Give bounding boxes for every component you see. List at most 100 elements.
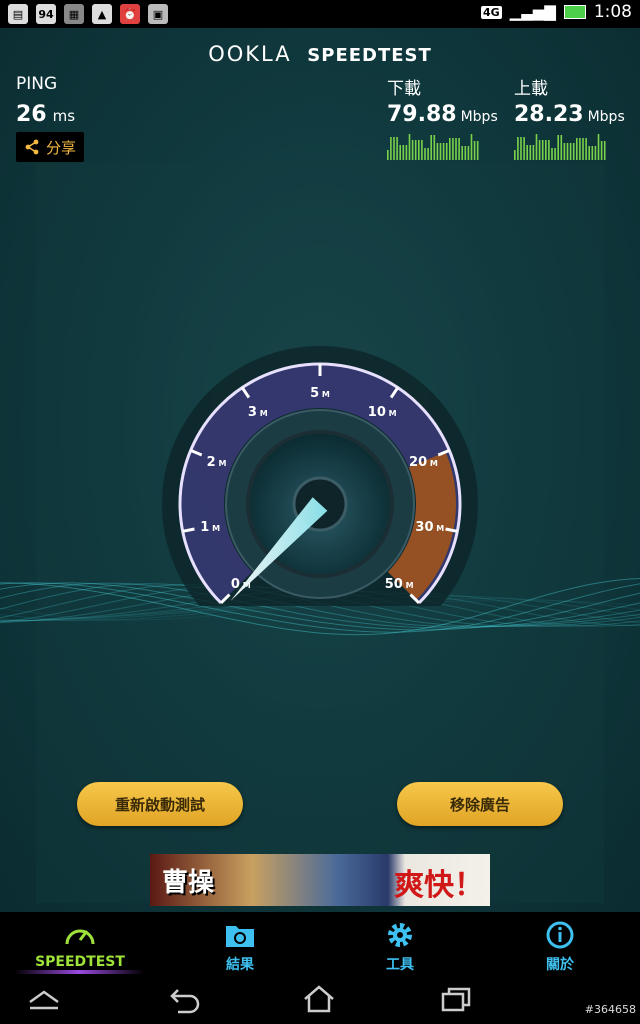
sparkline-bar [476,141,479,160]
sparkline-bar [588,146,590,160]
watermark: #364658 [584,1003,636,1016]
sparkline-bar [576,138,578,160]
bottom-nav: SPEEDTEST 結果 工具 關於 [0,912,640,976]
restart-test-button[interactable]: 重新啟動測試 [77,782,243,826]
alarm-icon: ⏰ [120,4,140,24]
signal-icon: ▁▃▅▇ [509,3,556,21]
nav-about[interactable]: 關於 [480,912,640,976]
remove-ads-button[interactable]: 移除廣告 [397,782,563,826]
sparkline-bar [541,140,544,160]
system-nav-bar: #364658 [0,976,640,1024]
speed-gauge: 0 M1 M2 M3 M5 M10 M20 M30 M50 M [162,346,478,606]
sparkline-bar [569,143,572,160]
nav-label-about: 關於 [546,957,574,973]
sparkline-bar [390,137,392,160]
sparkline-bar [532,145,535,160]
sparkline-bar [402,145,405,160]
gear-icon [388,923,412,947]
network-type: 4G [480,5,502,19]
sparkline-bar [473,141,476,160]
sparkline-bar [452,138,454,160]
share-icon [25,139,39,155]
sparkline-bar [582,138,584,160]
sparkline-bar [545,140,547,160]
nav-tools[interactable]: 工具 [320,912,480,976]
sparkline-bar [421,140,423,160]
sparkline-bar [393,137,395,160]
share-label: 分享 [45,138,76,157]
download-value: 79.88 Mbps [387,102,498,127]
sparkline-bar [405,145,408,160]
nav-label-speedtest: SPEEDTEST [35,954,125,970]
sparkline-bar [579,138,581,160]
upload-sparkline [514,134,606,160]
ad-text-left: 曹操 [162,868,215,898]
share-button[interactable]: 分享 [16,132,84,162]
download-sparkline [387,134,479,160]
sparkline-bar [529,145,532,160]
sparkline-bar [442,143,445,160]
sparkline-bar [538,140,541,160]
sparkline-bar [433,135,436,160]
upload-label: 上載 [514,79,548,99]
upload-value: 28.23 Mbps [514,102,625,127]
sparkline-bar [458,138,460,160]
sparkline-bar [551,148,553,160]
info-icon [546,921,574,949]
image-icon: ▲ [92,4,112,24]
sparkline-bar [557,135,559,160]
app-logo: OOKLA SPEEDTEST [208,42,432,66]
app-area: OOKLA SPEEDTEST PING 26 ms 分享 下載 79.88 Mbp… [0,28,640,912]
sparkline-bar [411,140,414,160]
photo-icon: ▣ [148,4,168,24]
sparkline-bar [455,138,457,160]
sparkline-bar [560,135,563,160]
sparkline-bar [449,138,451,160]
recent-apps-icon[interactable] [440,986,472,1014]
sparkline-bar [430,135,432,160]
ping-label: PING [16,74,58,94]
sparkline-bar [396,137,398,160]
sparkline-bar [566,143,569,160]
sim-icon: ▤ [8,4,28,24]
sparkline-bar [523,137,525,160]
home-icon[interactable] [302,984,336,1014]
sparkline-bar [526,145,528,160]
sparkline-bar [572,143,575,160]
sparkline-bar [535,134,538,160]
sparkline-bar [387,150,389,160]
collapse-icon[interactable] [26,988,62,1012]
sparkline-bar [436,143,439,160]
sparkline-bar [464,146,467,160]
sparkline-bar [585,138,587,160]
nav-results[interactable]: 結果 [160,912,320,976]
battery-icon [563,5,586,19]
sparkline-bar [594,146,597,160]
ad-banner[interactable]: 曹操 爽快！ [150,854,490,906]
status-bar: ▤ 94 ▦ ▲ ⏰ ▣ 4G ▁▃▅▇ 1:08 [0,0,640,28]
sparkline-bar [563,143,566,160]
sparkline-bar [520,137,522,160]
sparkline-bar [427,148,429,160]
back-icon[interactable] [168,986,202,1014]
sparkline-bar [424,148,426,160]
ad-text-right: 爽快！ [394,868,484,903]
battery-level-icon: 94 [36,4,56,24]
download-label: 下載 [387,79,421,99]
sparkline-bar [408,134,411,160]
nav-active-indicator [14,970,144,974]
sparkline-bar [603,141,606,160]
gallery-icon: ▦ [64,4,84,24]
sparkline-bar [399,145,401,160]
sparkline-bar [554,148,556,160]
sparkline-bar [548,140,550,160]
sparkline-bar [514,150,516,160]
sparkline-bar [517,137,519,160]
clock: 1:08 [593,2,632,22]
nav-speedtest[interactable]: SPEEDTEST [0,912,160,976]
sparkline-bar [470,134,473,160]
nav-label-tools: 工具 [386,957,414,973]
nav-label-results: 結果 [226,957,254,973]
sparkline-bar [600,141,603,160]
sparkline-bar [591,146,594,160]
